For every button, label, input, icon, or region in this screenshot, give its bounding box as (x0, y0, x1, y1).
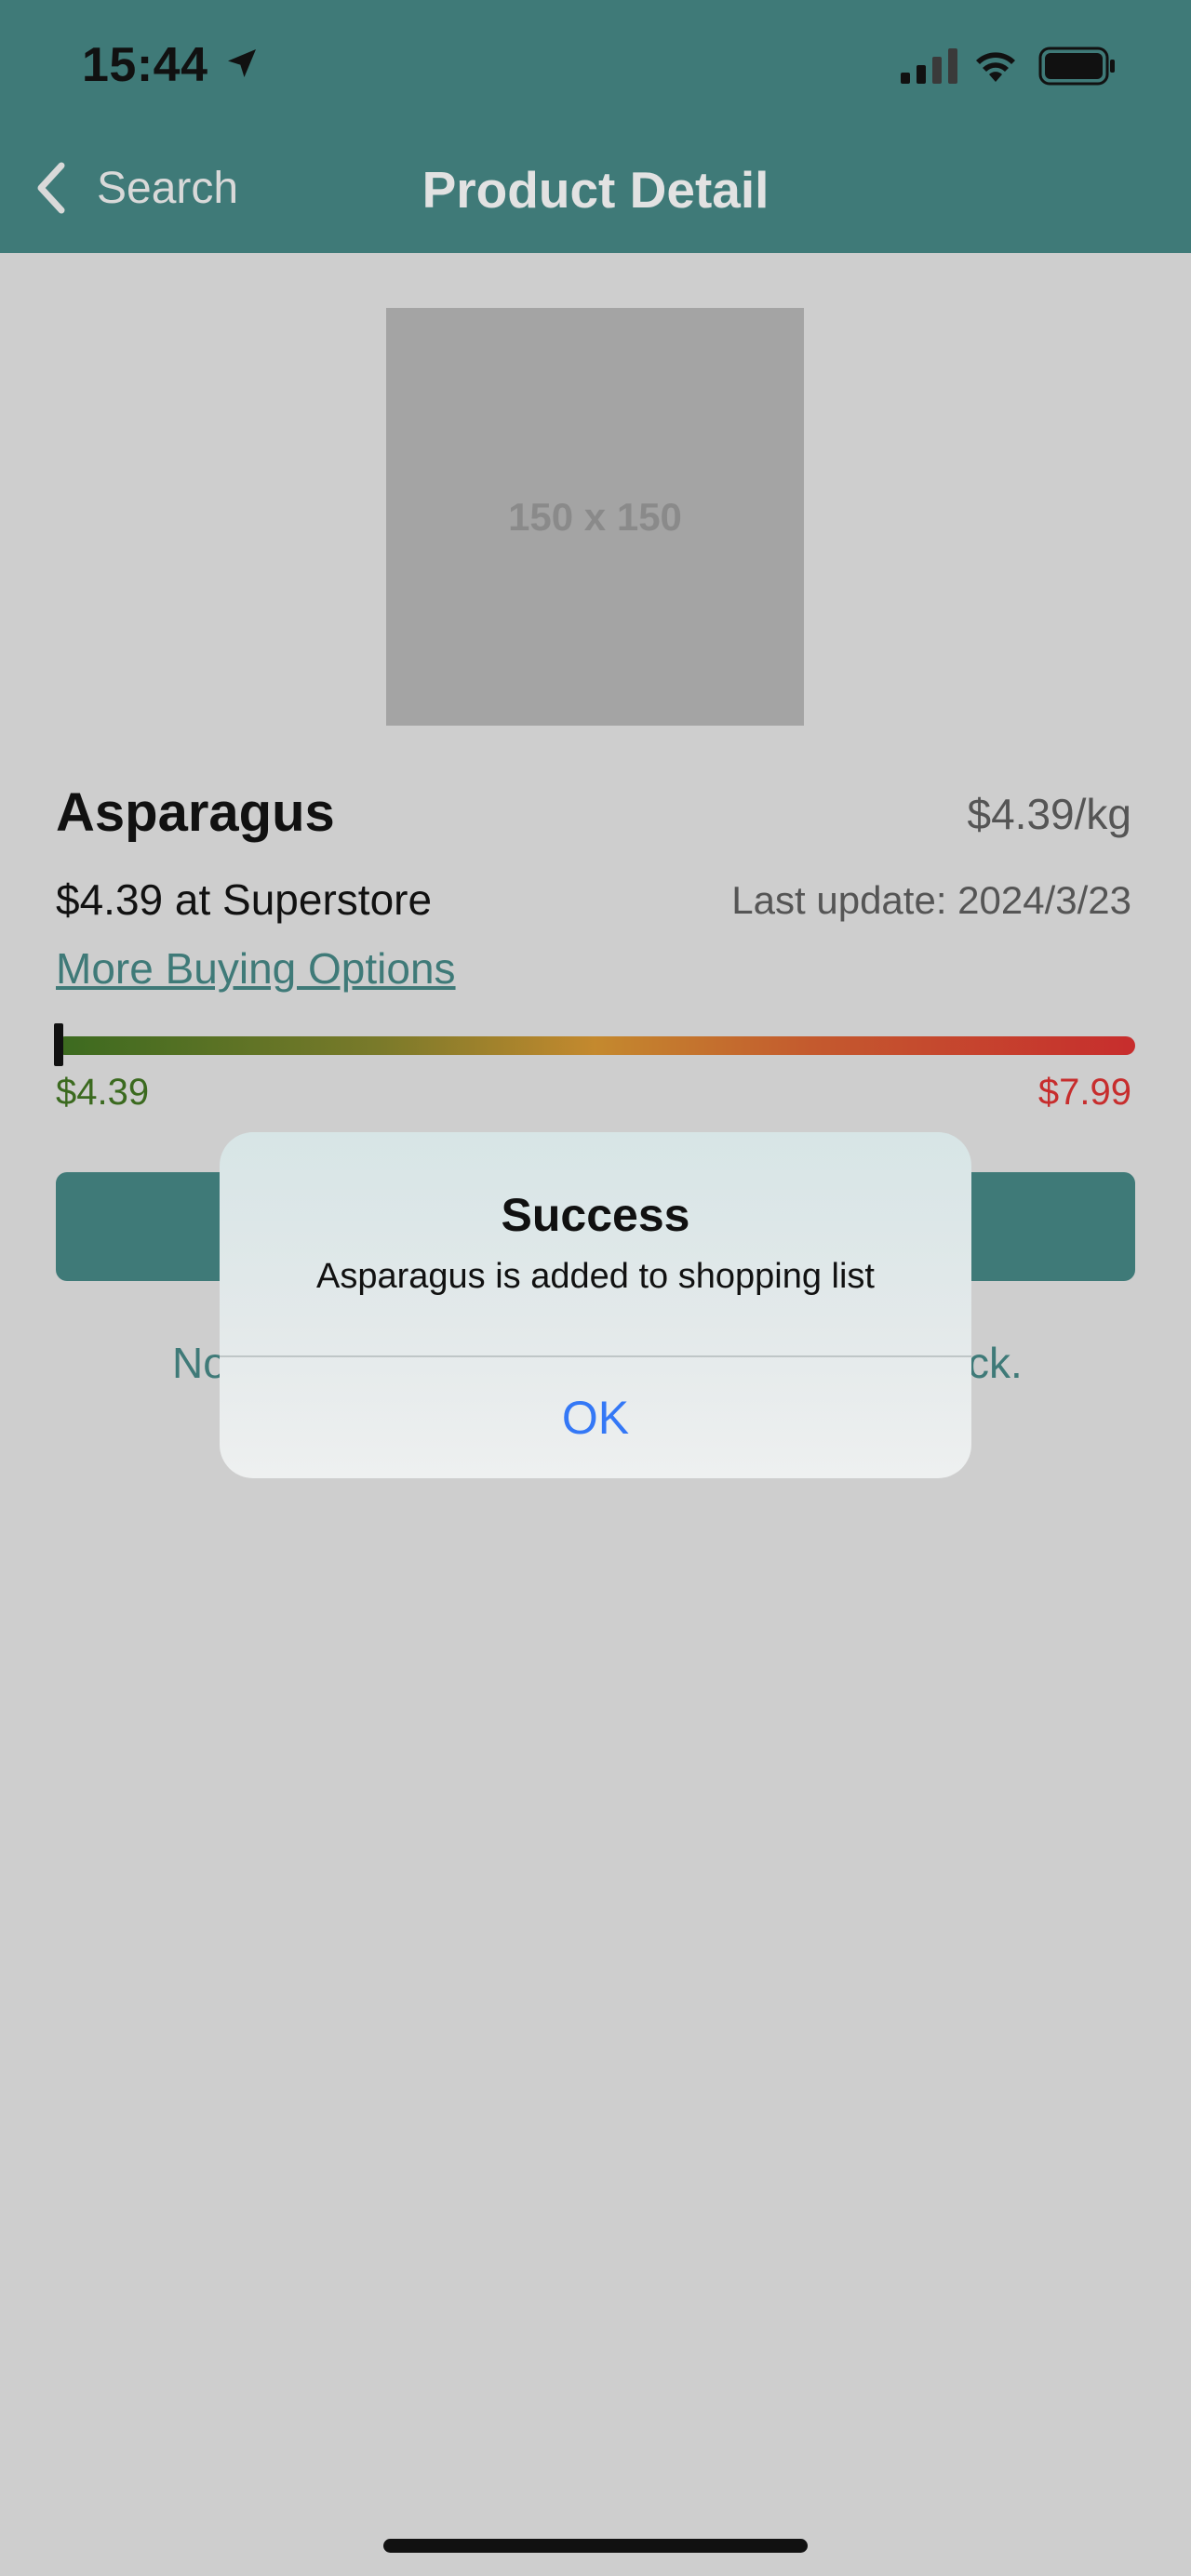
alert-message: Asparagus is added to shopping list (316, 1257, 875, 1296)
home-indicator[interactable] (383, 2539, 808, 2553)
success-alert-dialog: Success Asparagus is added to shopping l… (220, 1132, 971, 1478)
battery-icon (1038, 47, 1115, 86)
note-text-left: No (172, 1339, 227, 1387)
product-name: Asparagus (56, 782, 335, 843)
navigation-header: 15:44 Search Product Detail (0, 0, 1191, 253)
last-update: Last update: 2024/3/23 (731, 878, 1131, 922)
price-range-bar (56, 1036, 1135, 1055)
alert-ok-button[interactable]: OK (220, 1357, 971, 1478)
more-buying-options-link[interactable]: More Buying Options (56, 943, 456, 994)
alert-title: Success (501, 1189, 690, 1241)
current-price-marker (54, 1023, 63, 1066)
unit-price: $4.39/kg (967, 790, 1131, 838)
note-text-right: ck. (968, 1339, 1023, 1387)
page-title: Product Detail (422, 161, 769, 219)
location-arrow-icon (228, 49, 256, 77)
product-image: 150 x 150 (386, 308, 804, 726)
cellular-signal-icon (901, 48, 957, 84)
image-placeholder-label: 150 x 150 (508, 494, 682, 539)
store-price: $4.39 at Superstore (56, 875, 433, 924)
wifi-icon (976, 52, 1015, 82)
status-time: 15:44 (82, 38, 208, 92)
min-price-label: $4.39 (56, 1072, 150, 1113)
max-price-label: $7.99 (1037, 1072, 1131, 1113)
